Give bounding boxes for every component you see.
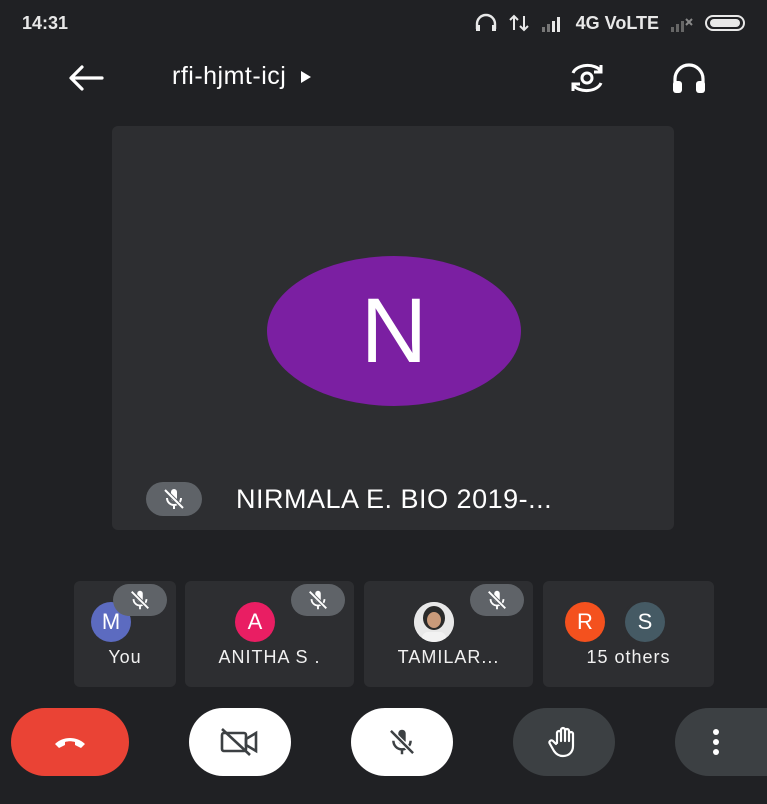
headphones-icon: [673, 63, 705, 93]
mic-off-icon: [130, 590, 150, 610]
end-call-icon: [55, 738, 85, 748]
mic-off-icon: [308, 590, 328, 610]
participant-name: ANITHA S .: [218, 647, 321, 667]
participant-tile-you[interactable]: M You: [74, 581, 176, 687]
more-vert-icon: [713, 729, 719, 755]
profile-photo-avatar: [414, 602, 454, 642]
meeting-code: rfi-hjmt-icj: [172, 62, 287, 90]
avatar: R: [565, 602, 605, 642]
main-mic-off-badge: [146, 482, 202, 516]
app-bar: rfi-hjmt-icj: [0, 50, 767, 106]
video-off-icon: [220, 728, 258, 756]
participant-tile-others[interactable]: R S 15 others: [543, 581, 714, 687]
call-controls: [0, 706, 767, 780]
battery-icon: [705, 15, 745, 31]
mic-off-badge: [470, 584, 524, 616]
headset-status-icon: [475, 13, 496, 31]
raise-hand-button[interactable]: [513, 708, 615, 776]
network-label: 4G VoLTE: [575, 12, 659, 33]
audio-output-button[interactable]: [666, 58, 712, 98]
camera-switch-icon: [571, 63, 603, 93]
play-triangle-icon: [301, 70, 312, 83]
mic-off-badge: [113, 584, 167, 616]
signal-weak-icon: [671, 18, 693, 32]
avatar-letter: M: [101, 609, 121, 634]
status-bar: 14:31 4G VoLTE: [0, 0, 767, 46]
back-arrow-icon: [69, 65, 104, 91]
back-button[interactable]: [64, 60, 108, 96]
participant-name: You: [108, 647, 142, 667]
mic-off-icon: [389, 729, 415, 755]
switch-camera-button[interactable]: [564, 58, 610, 98]
mic-off-icon: [163, 488, 185, 510]
status-time: 14:31: [22, 12, 69, 33]
main-participant-tile[interactable]: N NIRMALA E. BIO 2019-...: [112, 126, 674, 530]
mic-off-icon: [487, 590, 507, 610]
avatar: S: [625, 602, 665, 642]
main-participant-name: NIRMALA E. BIO 2019-...: [236, 483, 553, 514]
avatar-letter: S: [637, 609, 653, 634]
participant-name: 15 others: [586, 647, 671, 667]
participant-name: TAMILAR...: [397, 647, 500, 667]
toggle-mic-button[interactable]: [351, 708, 453, 776]
mic-off-badge: [291, 584, 345, 616]
toggle-video-button[interactable]: [189, 708, 291, 776]
status-icons: 4G VoLTE: [474, 13, 745, 34]
signal-icon: [541, 17, 560, 32]
main-name-row: NIRMALA E. BIO 2019-...: [146, 482, 552, 516]
profile-photo: [414, 602, 454, 642]
participant-strip: M You A ANITHA S . TAMILAR... R S 15 oth…: [74, 581, 714, 687]
participant-tile-tamilar[interactable]: TAMILAR...: [364, 581, 533, 687]
avatar-letter: R: [577, 609, 593, 634]
participant-tile-anitha[interactable]: A ANITHA S .: [185, 581, 354, 687]
main-avatar: N: [267, 256, 521, 406]
data-transfer-icon: [508, 14, 529, 32]
main-avatar-letter: N: [360, 279, 428, 382]
end-call-button[interactable]: [11, 708, 129, 776]
meeting-title-button[interactable]: rfi-hjmt-icj: [172, 62, 312, 91]
avatar: A: [235, 602, 275, 642]
avatar-letter: A: [247, 609, 263, 634]
more-options-button[interactable]: [675, 708, 767, 776]
raise-hand-icon: [548, 726, 575, 758]
